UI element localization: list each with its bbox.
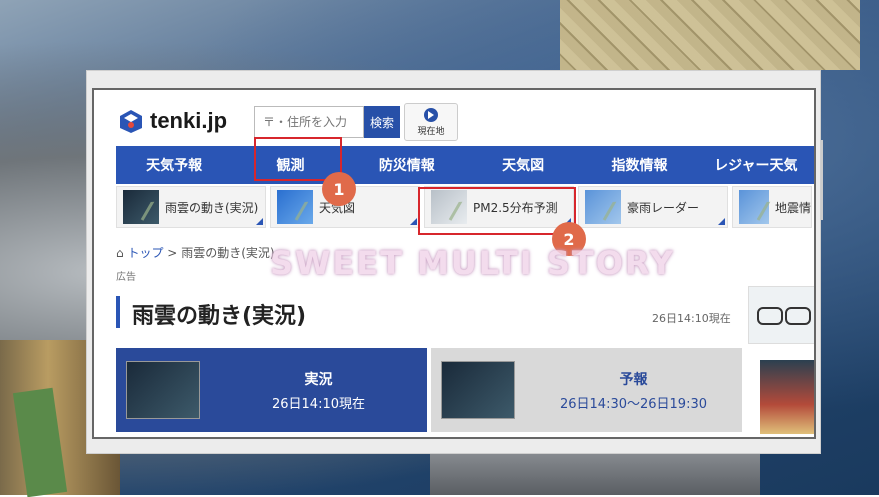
nav-item-leisure[interactable]: レジャー天気 xyxy=(698,146,814,184)
weather-map-thumbnail xyxy=(277,190,313,224)
station-module xyxy=(430,450,760,495)
nav-item-index[interactable]: 指数情報 xyxy=(581,146,697,184)
satellite-thumbnail xyxy=(126,361,200,419)
page-timestamp: 26日14:10現在 xyxy=(652,312,731,325)
corner-arrow-icon xyxy=(256,218,263,225)
tab-forecast[interactable]: 予報 26日14:30〜26日19:30 xyxy=(431,348,742,432)
tenki-logo-icon xyxy=(118,108,144,134)
watermark: SWEET MULTI STORY xyxy=(270,244,675,282)
tab-observation[interactable]: 実況 26日14:10現在 xyxy=(116,348,427,432)
ad-image-right[interactable] xyxy=(760,360,814,434)
solar-panels xyxy=(560,0,860,70)
earthquake-thumbnail xyxy=(739,190,769,224)
satellite-antenna xyxy=(820,140,879,220)
home-icon: ⌂ xyxy=(116,246,124,260)
corner-arrow-icon xyxy=(718,218,725,225)
nav-item-disaster[interactable]: 防災情報 xyxy=(349,146,465,184)
corner-arrow-icon xyxy=(410,218,417,225)
search-input[interactable] xyxy=(254,106,364,138)
search-box: 検索 xyxy=(254,106,400,138)
page-title: 雨雲の動き(実況) xyxy=(132,304,307,329)
nav-item-forecast[interactable]: 天気予報 xyxy=(116,146,232,184)
main-nav: 天気予報 観測 防災情報 天気図 指数情報 レジャー天気 xyxy=(116,146,814,184)
highlight-box-pm25 xyxy=(418,187,576,235)
site-logo[interactable]: tenki.jp xyxy=(118,108,227,134)
location-label: 現在地 xyxy=(417,127,445,137)
search-button[interactable]: 検索 xyxy=(364,106,400,138)
subnav-earthquake[interactable]: 地震情 xyxy=(732,186,812,228)
satellite-thumbnail xyxy=(123,190,159,224)
satellite-thumbnail xyxy=(441,361,515,419)
breadcrumb: ⌂ トップ > 雨雲の動き(実況) xyxy=(116,246,275,260)
breadcrumb-home[interactable]: トップ xyxy=(127,246,163,260)
location-arrow-icon xyxy=(424,108,438,122)
current-location-button[interactable]: 現在地 xyxy=(404,103,458,141)
title-accent xyxy=(116,296,120,328)
subnav-heavy-rain-radar[interactable]: 豪雨レーダー xyxy=(578,186,728,228)
view-tabs: 実況 26日14:10現在 予報 26日14:30〜26日19:30 xyxy=(116,348,742,432)
subnav-rain-cloud[interactable]: 雨雲の動き(実況) xyxy=(116,186,266,228)
ad-label: 広告 xyxy=(116,272,136,283)
breadcrumb-current: 雨雲の動き(実況) xyxy=(181,246,275,260)
ad-image-glasses[interactable] xyxy=(748,286,814,344)
nav-item-weather-map[interactable]: 天気図 xyxy=(465,146,581,184)
logo-text: tenki.jp xyxy=(150,108,228,133)
step-badge-1: 1 xyxy=(322,172,356,206)
radar-thumbnail xyxy=(585,190,621,224)
